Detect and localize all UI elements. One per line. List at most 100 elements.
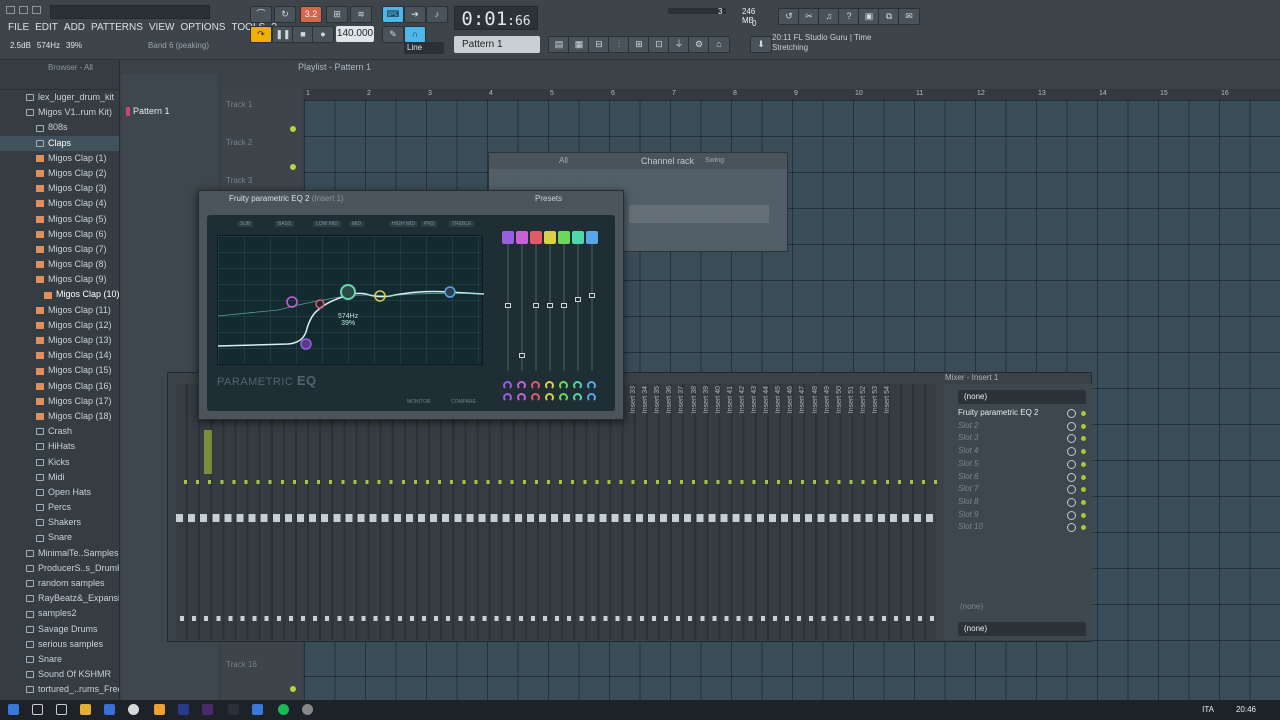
browser-folder[interactable]: Snare <box>0 530 119 545</box>
output-select[interactable]: (none) <box>958 622 1086 636</box>
insert-label[interactable]: Insert 48 <box>812 386 819 413</box>
mail-icon[interactable] <box>228 704 239 715</box>
menu-patterns[interactable]: PATTERNS <box>91 22 143 33</box>
browser-folder[interactable]: Kicks <box>0 455 119 470</box>
band-toggle[interactable] <box>544 231 556 244</box>
tuner-icon[interactable]: ♪ <box>426 6 448 23</box>
browser-folder[interactable]: RayBeatz&_Expansion <box>0 591 119 606</box>
app-icon[interactable] <box>302 704 313 715</box>
pattern-selector[interactable]: Pattern 1 <box>454 36 540 53</box>
file-explorer-icon[interactable] <box>80 704 91 715</box>
slider-handle[interactable] <box>561 303 567 308</box>
band-width-knob[interactable] <box>517 393 526 402</box>
effect-slot[interactable]: Slot 7 <box>946 484 1088 496</box>
slider-handle[interactable] <box>519 353 525 358</box>
browser-folder[interactable]: Savage Drums <box>0 622 119 637</box>
browser-folder[interactable]: lex_luger_drum_kit <box>0 90 119 105</box>
effect-slot[interactable]: Slot 5 <box>946 459 1088 471</box>
clock[interactable]: 20:46 <box>1236 705 1256 714</box>
scroll-icon[interactable]: ➔ <box>404 6 426 23</box>
band-gain-slider[interactable] <box>502 231 514 371</box>
minimize-icon[interactable] <box>19 6 28 14</box>
mixer-inserts[interactable] <box>176 384 944 640</box>
slot-led[interactable] <box>1081 499 1086 505</box>
insert-label[interactable]: Insert 42 <box>739 386 746 413</box>
browser-folder[interactable]: Migos V1..rum Kit) <box>0 105 119 120</box>
insert-label[interactable]: Insert 47 <box>799 386 806 413</box>
browser-sample[interactable]: Migos Clap (11) <box>0 303 119 318</box>
band-freq-knob[interactable] <box>573 381 582 390</box>
insert-label[interactable]: Insert 36 <box>666 386 673 413</box>
mixer-window-icon[interactable]: ⫶ <box>608 36 630 53</box>
band-toggle[interactable] <box>530 231 542 244</box>
insert-label[interactable]: Insert 49 <box>824 386 831 413</box>
slot-mix-knob[interactable] <box>1067 447 1076 457</box>
effect-slot[interactable]: Slot 6 <box>946 472 1088 484</box>
pause-button[interactable]: ❚❚ <box>272 26 294 43</box>
insert-label[interactable]: Insert 46 <box>787 386 794 413</box>
channel-strip[interactable] <box>629 205 769 223</box>
wait-record-icon[interactable]: ↻ <box>274 6 296 23</box>
touch-keyboard-icon[interactable]: ⌂ <box>708 36 730 53</box>
input-select[interactable]: (none) <box>958 390 1086 404</box>
news-ticker[interactable]: 20:11 FL Studio Guru | Time Stretching <box>772 33 882 53</box>
insert-label[interactable]: Insert 43 <box>751 386 758 413</box>
effect-slot[interactable]: Slot 4 <box>946 446 1088 458</box>
band-toggle[interactable] <box>586 231 598 244</box>
track-header[interactable]: Track 2 <box>226 138 300 174</box>
presets-menu[interactable]: Presets <box>535 194 562 203</box>
band-gain-slider[interactable] <box>558 231 570 371</box>
piano-roll-icon[interactable]: ▦ <box>568 36 590 53</box>
slot-mix-knob[interactable] <box>1067 434 1076 444</box>
insert-label[interactable]: Insert 34 <box>642 386 649 413</box>
browser-sample[interactable]: Migos Clap (12) <box>0 318 119 333</box>
snap-select[interactable]: Line <box>404 42 444 54</box>
band-width-knob[interactable] <box>531 393 540 402</box>
insert-label[interactable]: Insert 37 <box>678 386 685 413</box>
browser-folder[interactable]: Shakers <box>0 515 119 530</box>
effect-slot[interactable]: Slot 8 <box>946 497 1088 509</box>
browser-sample[interactable]: Migos Clap (17) <box>0 394 119 409</box>
channel-filter[interactable]: All <box>559 156 568 165</box>
step-edit-icon[interactable]: ⊞ <box>326 6 348 23</box>
effect-slot[interactable]: Slot 2 <box>946 421 1088 433</box>
help-icon[interactable]: ? <box>838 8 860 25</box>
record-button[interactable]: ● <box>312 26 334 43</box>
menu-view[interactable]: VIEW <box>149 22 175 33</box>
channel-rack-titlebar[interactable]: Channel rack <box>489 153 787 169</box>
browser-sample[interactable]: Migos Clap (6) <box>0 227 119 242</box>
browser-sample[interactable]: Migos Clap (2) <box>0 166 119 181</box>
insert-label[interactable]: Insert 45 <box>775 386 782 413</box>
band-toggle[interactable] <box>572 231 584 244</box>
track-led[interactable] <box>290 686 296 692</box>
search-icon[interactable] <box>32 704 43 715</box>
browser-folder[interactable]: random samples <box>0 576 119 591</box>
song-mode-icon[interactable]: ↷ <box>250 26 272 43</box>
slider-handle[interactable] <box>505 303 511 308</box>
band-node-6[interactable] <box>340 284 356 300</box>
band-node-7[interactable] <box>444 286 456 298</box>
browser-sample[interactable]: Migos Clap (13) <box>0 333 119 348</box>
slot-led[interactable] <box>1081 423 1086 429</box>
stop-button[interactable]: ■ <box>292 26 314 43</box>
track-led[interactable] <box>290 164 296 170</box>
band-node-1[interactable] <box>300 338 312 350</box>
chrome-icon[interactable] <box>128 704 139 715</box>
browser-sample[interactable]: Migos Clap (18) <box>0 409 119 424</box>
band-freq-knob[interactable] <box>503 381 512 390</box>
insert-label[interactable]: Insert 33 <box>630 386 637 413</box>
audio-input-icon[interactable]: ♫ <box>818 8 840 25</box>
browser-folder[interactable]: Midi <box>0 470 119 485</box>
browser-folder[interactable]: tortured_..rums_Free <box>0 682 119 697</box>
blend-notes-icon[interactable]: ≋ <box>350 6 372 23</box>
folder-icon[interactable] <box>252 704 263 715</box>
browser-folder[interactable]: serious samples <box>0 637 119 652</box>
band-node-3[interactable] <box>315 299 325 309</box>
band-width-knob[interactable] <box>503 393 512 402</box>
tempo-display[interactable]: 140.000 <box>336 26 374 42</box>
browser-folder[interactable]: ProducerS..s_DrumKit <box>0 561 119 576</box>
band-width-knob[interactable] <box>573 393 582 402</box>
band-width-knob[interactable] <box>545 393 554 402</box>
insert-label[interactable]: Insert 51 <box>848 386 855 413</box>
wrench-icon[interactable]: ⚙ <box>688 36 710 53</box>
